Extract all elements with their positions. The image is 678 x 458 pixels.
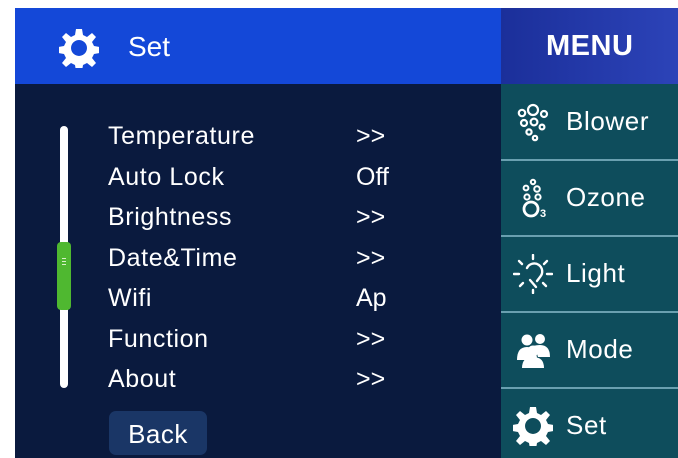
setting-value: Ap (356, 284, 387, 312)
setting-value: >> (356, 325, 386, 353)
setting-label: Brightness (108, 203, 233, 231)
setting-label: Wifi (108, 284, 153, 312)
back-button[interactable]: Back (109, 411, 207, 455)
setting-value: >> (356, 365, 386, 393)
menu-label: Set (566, 410, 607, 440)
setting-value: Off (356, 163, 389, 191)
settings-header: Set (15, 8, 501, 84)
setting-label: About (108, 365, 177, 393)
menu-item-blower[interactable]: Blower (501, 84, 678, 160)
scrollbar-thumb[interactable] (57, 242, 71, 311)
light-bulb-icon (513, 254, 553, 294)
setting-row-auto-lock[interactable]: Auto Lock Off (108, 163, 408, 199)
setting-row-temperature[interactable]: Temperature >> (108, 122, 408, 158)
setting-value: >> (356, 203, 386, 231)
menu-item-set[interactable]: Set (501, 388, 678, 458)
setting-label: Date&Time (108, 244, 238, 272)
menu-item-light[interactable]: Light (501, 236, 678, 312)
menu-item-ozone[interactable]: 3 Ozone (501, 160, 678, 236)
setting-row-about[interactable]: About >> (108, 365, 408, 401)
device-screen: Set Temperature >> Auto Lock Off Brightn… (15, 8, 678, 458)
setting-row-date-time[interactable]: Date&Time >> (108, 244, 408, 280)
grip-line (62, 264, 66, 266)
settings-panel: Set Temperature >> Auto Lock Off Brightn… (15, 8, 501, 458)
bubbles-icon (517, 103, 549, 142)
grip-line (62, 258, 66, 260)
menu-label: Mode (566, 334, 634, 364)
setting-row-function[interactable]: Function >> (108, 325, 408, 361)
setting-value: >> (356, 122, 386, 150)
menu-label: Ozone (566, 182, 646, 212)
menu-title: MENU (546, 30, 634, 62)
menu-label: Light (566, 258, 626, 288)
ozone-icon: 3 (522, 178, 546, 218)
gear-icon (59, 29, 99, 68)
menu-sidebar: MENU Blower 3 Ozone Light Mode Set (501, 8, 678, 458)
setting-label: Function (108, 325, 209, 353)
people-icon (517, 334, 550, 368)
setting-row-wifi[interactable]: Wifi Ap (108, 284, 408, 320)
setting-label: Auto Lock (108, 163, 225, 191)
gear-icon (513, 407, 553, 446)
svg-text:3: 3 (540, 208, 546, 218)
setting-value: >> (356, 244, 386, 272)
menu-label: Blower (566, 106, 650, 136)
setting-label: Temperature (108, 122, 255, 150)
setting-row-brightness[interactable]: Brightness >> (108, 203, 408, 239)
page-title: Set (128, 31, 171, 62)
grip-line (62, 261, 66, 263)
menu-item-mode[interactable]: Mode (501, 312, 678, 388)
back-label: Back (128, 419, 188, 449)
menu-header: MENU (501, 8, 678, 84)
